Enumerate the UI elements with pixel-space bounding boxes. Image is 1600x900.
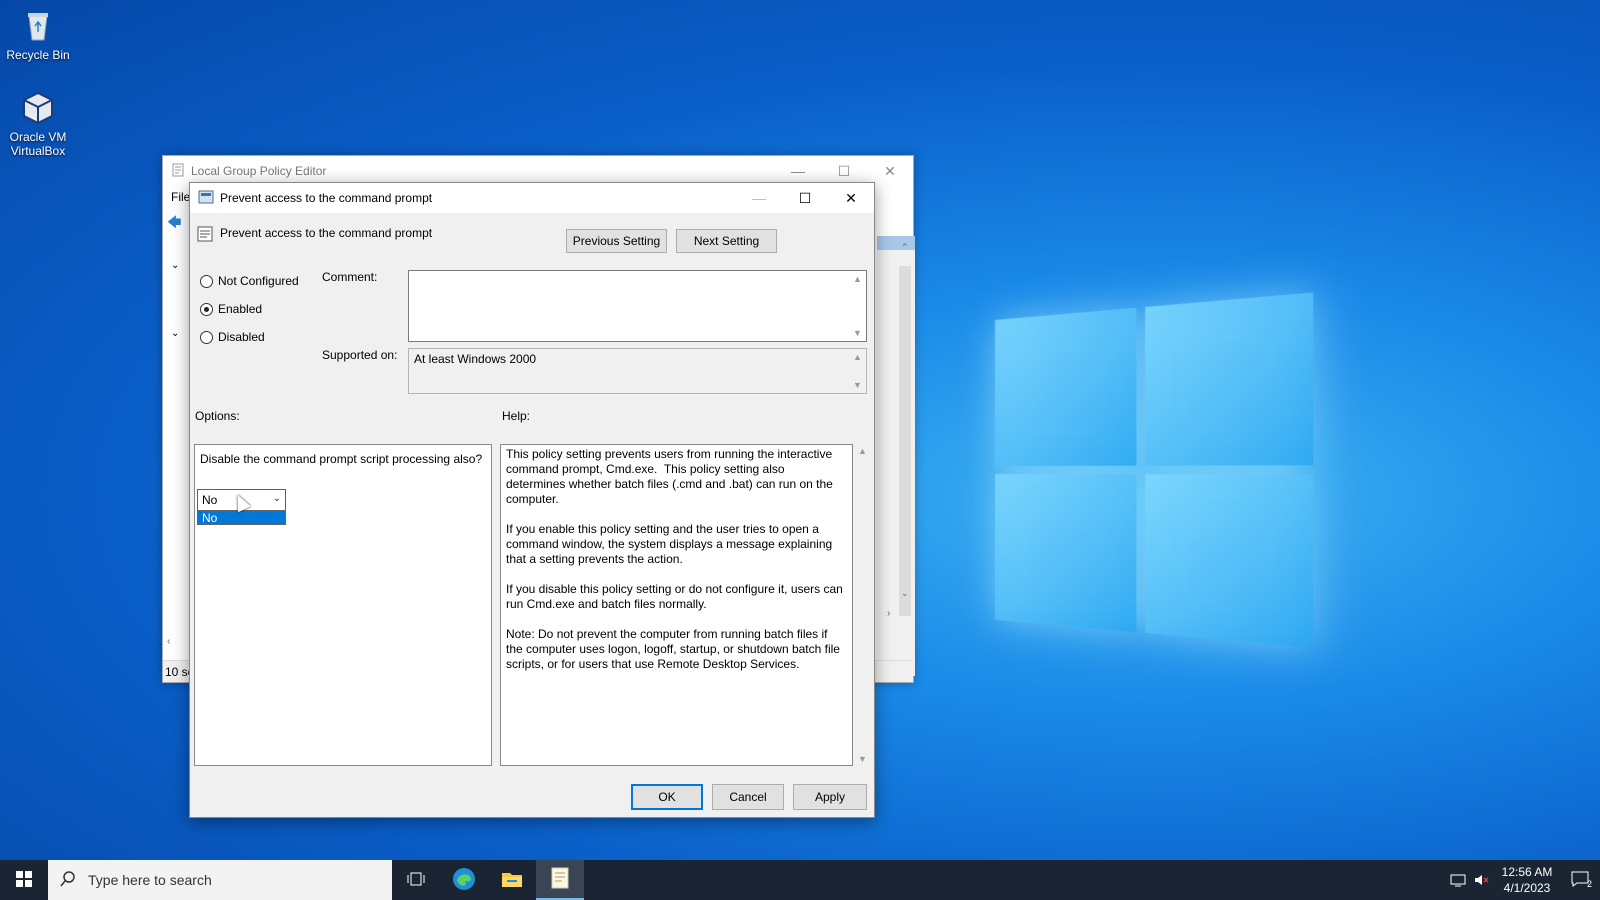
task-view-icon [407,871,425,890]
options-label: Options: [195,409,240,423]
option-question: Disable the command prompt script proces… [200,452,483,466]
taskbar-clock[interactable]: 12:56 AM 4/1/2023 [1494,864,1560,896]
gpe-title: Local Group Policy Editor [191,164,327,178]
radio-circle [200,330,213,344]
radio-disabled[interactable]: Disabled [200,330,265,344]
notification-count-badge: 2 [1586,878,1592,889]
radio-enabled[interactable]: Enabled [200,302,262,316]
dialog-minimize-button: — [752,190,766,206]
search-icon [60,870,76,890]
setting-icon [197,226,213,245]
tree-expand-chevron-icon[interactable]: ⌄ [171,328,179,339]
radio-label: Enabled [218,302,263,316]
policy-editor-icon [551,867,569,892]
policy-name: Prevent access to the command prompt [220,226,433,240]
desktop-icon-label: Recycle Bin [6,48,70,62]
network-icon[interactable] [1446,873,1470,887]
windows-wallpaper-logo [995,292,1314,648]
radio-label: Disabled [218,330,265,344]
scroll-up-icon[interactable]: ⌃ [901,242,909,253]
tree-expand-chevron-icon[interactable]: ⌄ [171,260,179,271]
ok-button[interactable]: OK [631,784,703,810]
help-panel: This policy setting prevents users from … [500,444,853,766]
help-scroll-down-icon[interactable]: ▼ [858,754,867,764]
policy-icon [198,190,214,207]
supported-on-label: Supported on: [322,348,398,362]
start-button[interactable] [0,860,48,900]
taskbar-notepad-button[interactable] [536,860,584,900]
taskbar: Type here to search 12:56 AM 4/1/2023 2 [0,860,1600,900]
virtualbox-icon [20,90,56,126]
dialog-maximize-button[interactable]: ☐ [782,183,828,213]
folder-icon [501,870,523,891]
comment-scrollbar[interactable]: ▲ ▼ [849,271,866,341]
windows-start-icon [16,870,32,890]
help-scroll-up-icon[interactable]: ▲ [858,446,867,456]
clock-date: 4/1/2023 [1503,881,1551,895]
help-label: Help: [502,409,531,423]
gpe-details-pane: ⌃ ⌄ › [877,236,915,676]
desktop-icon-label: Oracle VM VirtualBox [9,130,67,158]
clock-time: 12:56 AM [1501,865,1553,879]
radio-label: Not Configured [218,274,299,288]
dropdown-selected-value: No [202,493,218,507]
scroll-left-icon[interactable]: ‹ [167,636,170,647]
task-view-button[interactable] [392,860,440,900]
taskbar-search-box[interactable]: Type here to search [48,860,392,900]
dialog-close-button[interactable]: ✕ [828,183,874,213]
desktop-icon-virtualbox[interactable]: Oracle VM VirtualBox [0,90,76,158]
comment-textarea[interactable]: ▲ ▼ [408,270,867,342]
cancel-button[interactable]: Cancel [712,784,784,810]
dialog-titlebar[interactable]: Prevent access to the command prompt — ☐… [190,183,874,213]
supported-on-scrollbar[interactable]: ▲ ▼ [849,349,866,393]
gpe-menu-file[interactable]: File [171,190,190,204]
back-arrow-icon[interactable]: 🡄 [167,212,181,236]
comment-label: Comment: [322,270,378,284]
taskbar-edge-button[interactable] [440,860,488,900]
dialog-title: Prevent access to the command prompt [220,191,433,205]
chevron-down-icon[interactable]: ⌄ [273,493,281,504]
supported-on-field: At least Windows 2000 ▲ ▼ [408,348,867,394]
gpe-column-header [877,236,915,250]
radio-not-configured[interactable]: Not Configured [200,274,299,288]
help-text: This policy setting prevents users from … [506,447,843,671]
gpe-vertical-scrollbar[interactable] [899,266,911,616]
system-tray: 12:56 AM 4/1/2023 2 [1446,860,1600,900]
volume-muted-icon[interactable] [1470,873,1494,887]
radio-circle [200,274,213,288]
scroll-down-icon[interactable]: ⌄ [901,588,909,599]
gpe-app-icon [171,163,185,180]
taskbar-file-explorer-button[interactable] [488,860,536,900]
desktop-icon-recycle-bin[interactable]: Recycle Bin [0,8,76,62]
recycle-bin-icon [20,8,56,44]
search-placeholder: Type here to search [88,872,212,888]
supported-on-value: At least Windows 2000 [414,352,537,366]
scroll-right-icon[interactable]: › [887,608,890,619]
dropdown-option-no[interactable]: No [197,510,286,525]
next-setting-button[interactable]: Next Setting [676,229,777,253]
edge-browser-icon [452,867,476,894]
apply-button[interactable]: Apply [793,784,867,810]
previous-setting-button[interactable]: Previous Setting [566,229,667,253]
radio-circle-selected [200,302,213,316]
notification-center-button[interactable]: 2 [1560,871,1600,890]
